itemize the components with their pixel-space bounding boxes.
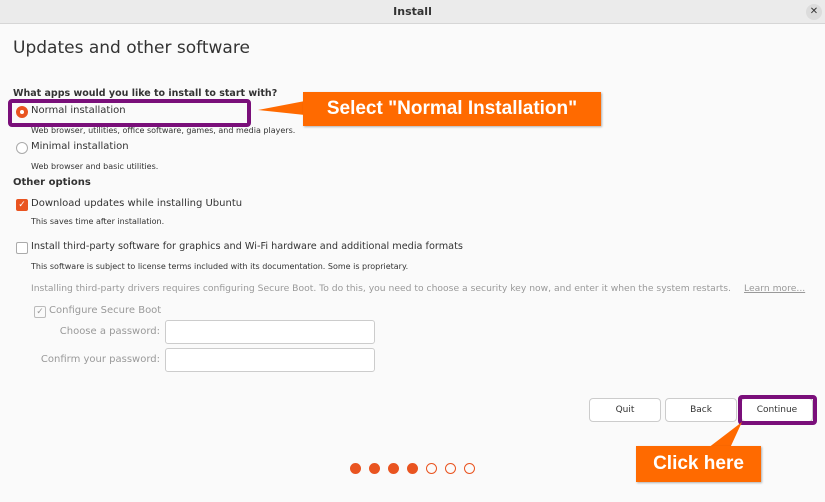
confirm-password-input[interactable] [165,348,375,372]
quit-button[interactable]: Quit [589,398,661,422]
apps-question: What apps would you like to install to s… [13,88,278,99]
progress-dot-6 [445,463,456,474]
learn-more-link[interactable]: Learn more... [744,283,805,294]
normal-installation-highlight [8,99,251,127]
other-options-heading: Other options [13,177,91,188]
secure-boot-note: Installing third-party drivers requires … [31,283,731,294]
close-icon[interactable]: ✕ [806,4,822,20]
third-party-label[interactable]: Install third-party software for graphic… [31,241,463,252]
click-callout: Click here [636,446,761,482]
back-button[interactable]: Back [665,398,737,422]
minimal-installation-radio[interactable] [16,142,28,154]
download-updates-desc: This saves time after installation. [31,217,165,226]
configure-secure-boot-checkbox[interactable]: ✓ [34,306,46,318]
progress-dot-7 [464,463,475,474]
progress-dot-1 [350,463,361,474]
page-title: Updates and other software [13,38,250,58]
confirm-password-label: Confirm your password: [40,354,160,365]
window-title: Install [393,5,432,18]
select-callout: Select "Normal Installation" [303,92,601,126]
progress-dot-4 [407,463,418,474]
configure-secure-boot-label[interactable]: Configure Secure Boot [49,305,161,316]
minimal-installation-desc: Web browser and basic utilities. [31,162,159,171]
download-updates-checkbox[interactable]: ✓ [16,199,28,211]
choose-password-label: Choose a password: [59,326,160,337]
normal-installation-desc: Web browser, utilities, office software,… [31,126,296,135]
download-updates-label[interactable]: Download updates while installing Ubuntu [31,198,242,209]
progress-dot-5 [426,463,437,474]
select-callout-pointer [258,101,305,115]
third-party-desc: This software is subject to license term… [31,262,409,271]
third-party-checkbox[interactable] [16,242,28,254]
choose-password-input[interactable] [165,320,375,344]
progress-dot-2 [369,463,380,474]
minimal-installation-label[interactable]: Minimal installation [31,141,129,152]
progress-dot-3 [388,463,399,474]
